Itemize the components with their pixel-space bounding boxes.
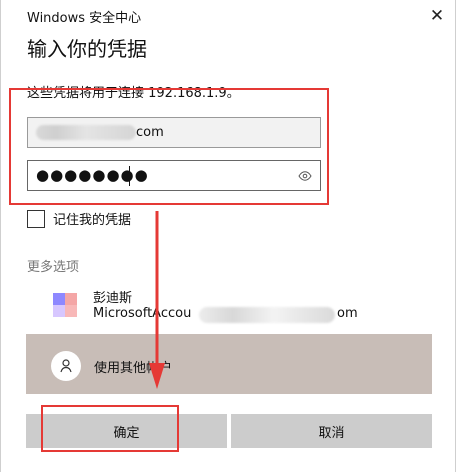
eye-icon (298, 171, 312, 181)
logo-square-top-left (53, 293, 65, 305)
account-email-suffix: om (337, 306, 358, 321)
password-field[interactable]: ●●●●●●●● (27, 160, 321, 191)
saved-account-option[interactable]: 彭迪斯 MicrosoftAccou om (49, 287, 429, 325)
username-field[interactable]: com (27, 117, 321, 148)
remember-checkbox[interactable] (27, 209, 45, 228)
account-email-redaction (199, 307, 335, 323)
dialog-heading: 输入你的凭据 (27, 37, 147, 61)
credential-dialog-window: Windows 安全中心 ✕ 输入你的凭据 这些凭据将用于连接 192.168.… (0, 0, 456, 472)
password-mask: ●●●●●●●● (36, 166, 149, 184)
layout-guard (1, 0, 455, 472)
use-other-account-option[interactable]: 使用其他帐户 (26, 334, 432, 394)
reveal-password-button[interactable] (297, 168, 313, 184)
dialog-description: 这些凭据将用于连接 192.168.1.9。 (27, 86, 240, 101)
text-cursor (129, 166, 130, 186)
username-visible-suffix: com (136, 125, 164, 140)
more-options-label: 更多选项 (27, 260, 80, 275)
avatar (51, 351, 81, 381)
other-account-label: 使用其他帐户 (94, 361, 173, 376)
person-icon (60, 359, 72, 373)
cancel-button[interactable]: 取消 (231, 414, 432, 448)
username-redaction (36, 125, 136, 140)
close-icon: ✕ (429, 6, 445, 26)
remember-credentials-option[interactable]: 记住我的凭据 (27, 209, 131, 228)
window-title: Windows 安全中心 (27, 11, 142, 26)
close-button[interactable]: ✕ (427, 6, 447, 26)
account-name: 彭迪斯 (93, 291, 133, 306)
logo-square-top-right (65, 293, 77, 305)
logo-square-bottom-left (53, 305, 65, 317)
title-bar: Windows 安全中心 ✕ (1, 0, 455, 30)
account-email-prefix: MicrosoftAccou (93, 306, 192, 321)
microsoft-account-icon (53, 293, 77, 317)
logo-square-bottom-right (65, 305, 77, 317)
ok-button[interactable]: 确定 (26, 414, 227, 448)
remember-label: 记住我的凭据 (53, 213, 132, 228)
